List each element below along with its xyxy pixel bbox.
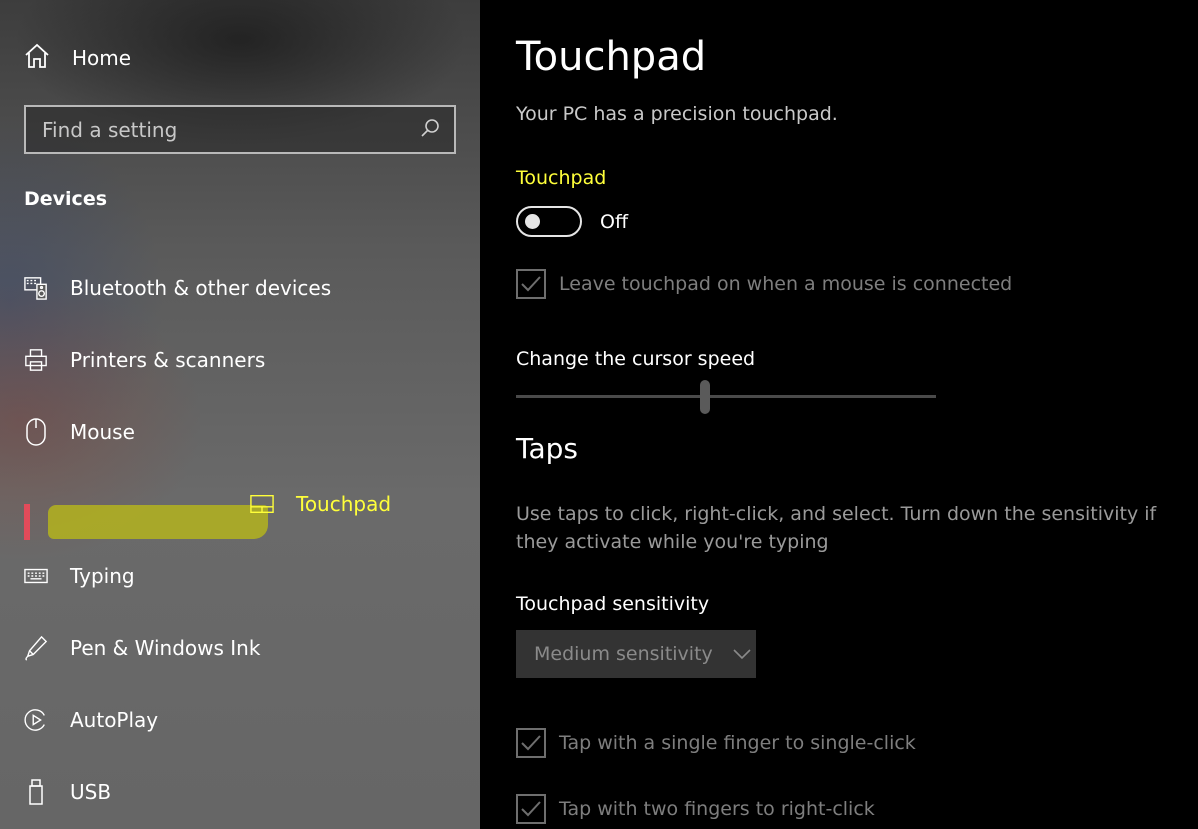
sidebar-item-usb[interactable]: USB — [0, 756, 480, 828]
sidebar-item-autoplay[interactable]: AutoPlay — [0, 684, 480, 756]
touchpad-toggle-row[interactable]: Off — [516, 206, 628, 237]
sidebar-item-label: Typing — [70, 564, 135, 588]
mouse-icon — [24, 418, 48, 446]
toggle-state-text: Off — [600, 210, 629, 233]
section-title: Devices — [24, 188, 108, 210]
taps-description: Use taps to click, right-click, and sele… — [516, 503, 1157, 553]
pen-icon — [24, 634, 48, 662]
checkmark-icon — [521, 801, 541, 817]
touchpad-toggle[interactable] — [516, 206, 582, 237]
cursor-speed-label: Change the cursor speed — [516, 348, 756, 370]
touchpad-icon — [250, 490, 274, 518]
page-title: Touchpad — [516, 34, 707, 80]
leave-touchpad-on-label: Leave touchpad on when a mouse is connec… — [559, 273, 1013, 295]
two-finger-tap-checkbox[interactable] — [516, 794, 546, 824]
usb-icon — [24, 778, 48, 806]
slider-thumb[interactable] — [700, 380, 710, 414]
search-input[interactable] — [42, 117, 420, 142]
sidebar-item-typing[interactable]: Typing — [0, 540, 480, 612]
single-tap-checkbox-row[interactable]: Tap with a single finger to single-click — [516, 728, 916, 758]
home-nav-item[interactable]: Home — [24, 40, 131, 76]
sidebar-item-label: Bluetooth & other devices — [70, 276, 332, 300]
keyboard-icon — [24, 562, 48, 590]
single-tap-label: Tap with a single finger to single-click — [559, 732, 916, 754]
sidebar-item-label: Touchpad — [296, 492, 392, 516]
autoplay-icon — [24, 706, 48, 734]
two-finger-tap-label: Tap with two fingers to right-click — [559, 798, 875, 820]
slider-track — [516, 395, 936, 398]
bluetooth-devices-icon — [24, 274, 48, 302]
home-icon — [24, 43, 50, 73]
page-subtitle: Your PC has a precision touchpad. — [516, 103, 838, 125]
sidebar-item-label: USB — [70, 780, 112, 804]
toggle-knob — [525, 214, 540, 229]
leave-touchpad-on-checkbox-row[interactable]: Leave touchpad on when a mouse is connec… — [516, 269, 1012, 299]
checkmark-icon — [521, 276, 541, 292]
taps-section-title: Taps — [516, 432, 578, 465]
sidebar-item-label: Printers & scanners — [70, 348, 266, 372]
marker-highlight — [48, 505, 268, 539]
sensitivity-value: Medium sensitivity — [534, 643, 713, 665]
sidebar-nav: Bluetooth & other devices Printers & sca… — [0, 252, 480, 828]
sensitivity-dropdown[interactable]: Medium sensitivity — [516, 630, 756, 678]
two-finger-tap-checkbox-row[interactable]: Tap with two fingers to right-click — [516, 794, 875, 824]
active-indicator — [24, 504, 30, 540]
chevron-down-icon — [733, 645, 751, 664]
sidebar-item-printers[interactable]: Printers & scanners — [0, 324, 480, 396]
printer-icon — [24, 346, 48, 374]
sidebar-item-touchpad[interactable]: Touchpad — [0, 468, 480, 540]
sidebar-item-label: AutoPlay — [70, 708, 159, 732]
sensitivity-label: Touchpad sensitivity — [516, 593, 710, 615]
sidebar-item-label: Pen & Windows Ink — [70, 636, 261, 660]
main-content: Touchpad Your PC has a precision touchpa… — [480, 0, 1198, 829]
sidebar-item-bluetooth[interactable]: Bluetooth & other devices — [0, 252, 480, 324]
touchpad-toggle-label: Touchpad — [516, 167, 607, 189]
sidebar-item-pen[interactable]: Pen & Windows Ink — [0, 612, 480, 684]
leave-touchpad-on-checkbox[interactable] — [516, 269, 546, 299]
search-box[interactable] — [24, 105, 456, 154]
single-tap-checkbox[interactable] — [516, 728, 546, 758]
checkmark-icon — [521, 735, 541, 751]
cursor-speed-slider[interactable] — [516, 380, 936, 414]
sidebar: Home Devices — [0, 0, 480, 829]
sidebar-item-label: Mouse — [70, 420, 135, 444]
search-icon[interactable] — [420, 118, 440, 142]
settings-window: Home Devices — [0, 0, 1198, 829]
home-label: Home — [72, 46, 132, 70]
sidebar-item-mouse[interactable]: Mouse — [0, 396, 480, 468]
